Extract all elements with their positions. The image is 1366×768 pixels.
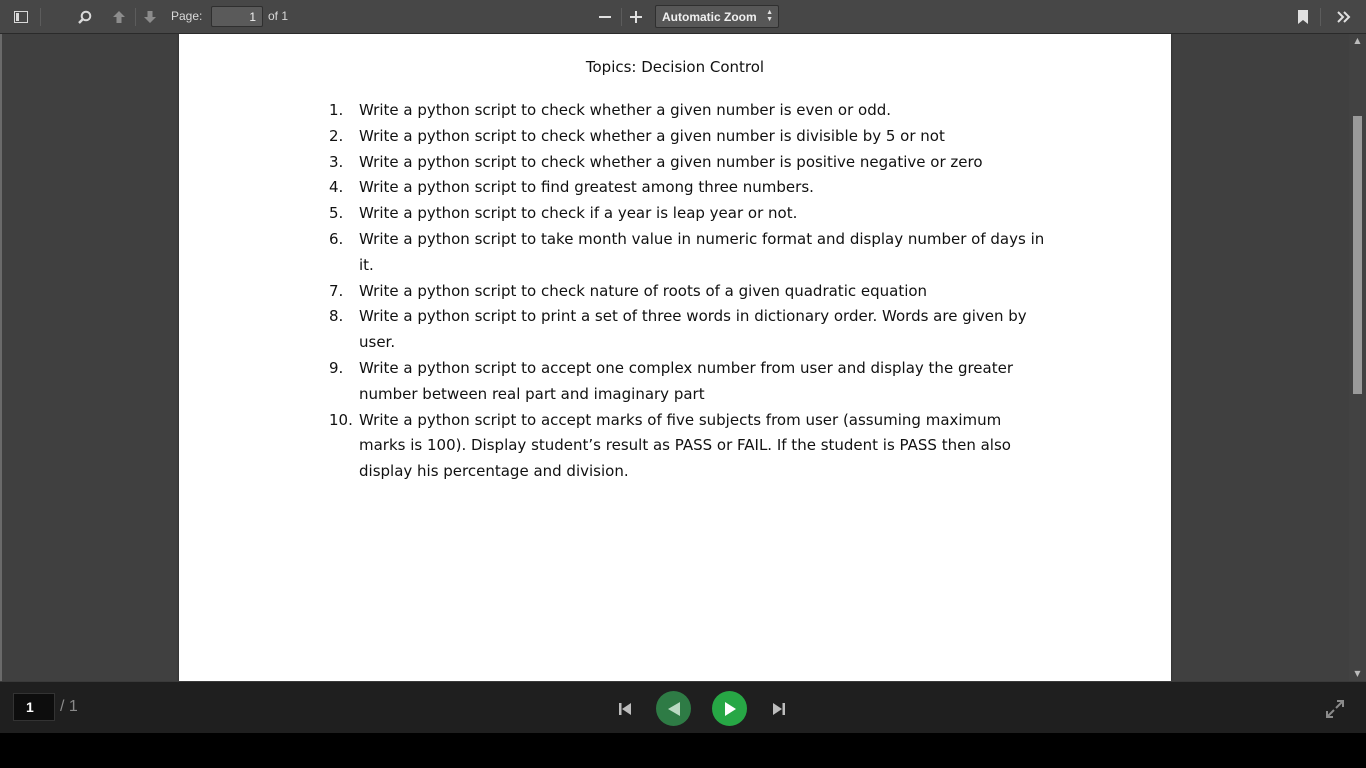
page-count-label: of 1 — [268, 9, 289, 23]
vertical-scrollbar[interactable]: ▲ ▼ — [1349, 34, 1366, 681]
scroll-down-icon[interactable]: ▼ — [1349, 667, 1366, 681]
toolbar-separator — [40, 8, 41, 26]
arrow-down-icon — [144, 11, 156, 23]
toolbar-separator — [1320, 8, 1321, 26]
list-item: 8. Write a python script to print a set o… — [329, 304, 1049, 356]
item-text: Write a python script to check whether a… — [359, 126, 945, 145]
list-item: 4. Write a python script to find greatest… — [329, 175, 1049, 201]
list-item: 9. Write a python script to accept one co… — [329, 356, 1049, 408]
double-chevron-right-icon — [1337, 11, 1351, 23]
item-number: 4. — [329, 178, 344, 197]
fullscreen-button[interactable] — [1324, 698, 1346, 720]
pdf-page: Topics: Decision Control 1. Write a pytho… — [179, 34, 1171, 681]
minus-icon — [599, 16, 611, 18]
page-number-input[interactable] — [211, 6, 263, 27]
scroll-up-icon[interactable]: ▲ — [1349, 34, 1366, 48]
play-icon — [724, 701, 736, 716]
viewer-edge — [0, 34, 2, 681]
skip-to-start-icon — [619, 703, 631, 715]
tools-button[interactable] — [1330, 4, 1358, 30]
list-item: 2. Write a python script to check whether… — [329, 124, 1049, 150]
sidebar-toggle-icon — [14, 11, 28, 23]
list-item: 6. Write a python script to take month va… — [329, 227, 1049, 279]
bookmark-button[interactable] — [1289, 4, 1317, 30]
zoom-select-value: Automatic Zoom — [662, 10, 757, 24]
pdf-toolbar: Page: of 1 Automatic Zoom ▲▼ — [0, 0, 1366, 34]
item-number: 9. — [329, 358, 344, 377]
presentation-controls: / 1 — [0, 681, 1366, 733]
question-list: 1. Write a python script to check whether… — [329, 98, 1049, 485]
item-text: Write a python script to check whether a… — [359, 152, 983, 171]
play-button[interactable] — [712, 691, 747, 726]
item-number: 8. — [329, 307, 344, 326]
item-number: 2. — [329, 126, 344, 145]
zoom-out-button[interactable] — [591, 4, 619, 30]
previous-slide-button[interactable] — [656, 691, 691, 726]
select-arrows-icon: ▲ ▼ — [766, 9, 773, 23]
document-title: Topics: Decision Control — [585, 58, 765, 76]
previous-page-button[interactable] — [105, 4, 133, 30]
list-item: 10. Write a python script to accept marks… — [329, 408, 1049, 485]
first-slide-button[interactable] — [614, 698, 636, 720]
list-item: 1. Write a python script to check whether… — [329, 98, 1049, 124]
list-item: 3. Write a python script to check whether… — [329, 150, 1049, 176]
item-text: Write a python script to find greatest a… — [359, 178, 814, 197]
item-number: 3. — [329, 152, 344, 171]
page-label: Page: — [171, 9, 203, 23]
screen-bottom-bar — [0, 733, 1366, 768]
arrow-up-icon — [113, 11, 125, 23]
list-item: 7. Write a python script to check nature … — [329, 279, 1049, 305]
zoom-select[interactable]: Automatic Zoom ▲ ▼ — [655, 5, 779, 28]
zoom-in-button[interactable] — [622, 4, 650, 30]
search-button[interactable] — [71, 4, 99, 30]
item-text: Write a python script to accept marks of… — [359, 410, 1011, 481]
search-icon — [78, 10, 92, 24]
item-text: Write a python script to check whether a… — [359, 101, 892, 119]
item-text: Write a python script to accept one comp… — [359, 358, 1013, 403]
item-text: Write a python script to take month valu… — [359, 229, 1045, 274]
bookmark-icon — [1298, 10, 1308, 24]
next-page-button[interactable] — [136, 4, 164, 30]
expand-icon — [1326, 700, 1344, 718]
slide-number-input[interactable] — [13, 693, 55, 721]
item-number: 5. — [329, 204, 344, 223]
scrollbar-thumb[interactable] — [1353, 116, 1362, 394]
item-number: 1. — [329, 101, 344, 119]
item-text: Write a python script to check nature of… — [359, 281, 928, 300]
list-item: 5. Write a python script to check if a ye… — [329, 201, 1049, 227]
item-text: Write a python script to print a set of … — [359, 307, 1027, 352]
document-viewer[interactable]: Topics: Decision Control 1. Write a pytho… — [0, 34, 1366, 681]
plus-icon — [630, 11, 642, 23]
item-number: 7. — [329, 281, 344, 300]
sidebar-toggle-button[interactable] — [7, 4, 35, 30]
skip-to-end-icon — [773, 703, 785, 715]
play-reverse-icon — [667, 701, 680, 716]
item-number: 10. — [329, 410, 353, 429]
slide-total-label: / 1 — [60, 698, 78, 715]
item-text: Write a python script to check if a year… — [359, 204, 798, 223]
item-number: 6. — [329, 229, 344, 248]
last-slide-button[interactable] — [768, 698, 790, 720]
